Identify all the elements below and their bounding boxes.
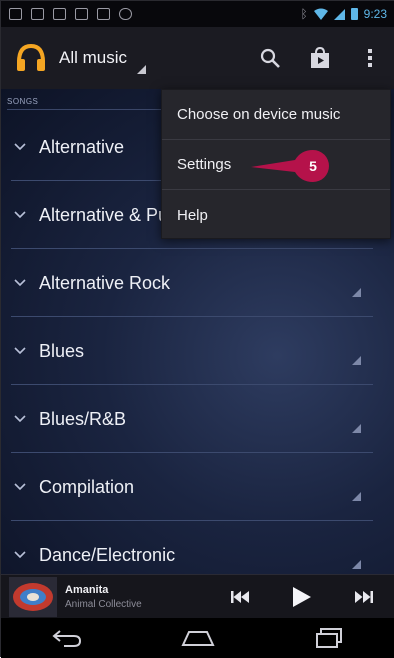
shop-button[interactable] xyxy=(295,33,345,83)
signal-icon xyxy=(333,8,345,20)
list-item[interactable]: Compilation xyxy=(1,453,373,521)
play-button[interactable] xyxy=(271,577,333,617)
section-header: SONGS xyxy=(7,97,39,106)
chevron-down-icon xyxy=(1,347,39,355)
note-icon xyxy=(53,8,66,20)
genre-label: Blues/R&B xyxy=(39,408,127,429)
wifi-icon xyxy=(313,8,328,20)
next-icon xyxy=(355,590,373,603)
menu-item-help[interactable]: Help xyxy=(162,190,390,240)
overflow-corner-icon[interactable] xyxy=(352,288,361,297)
next-button[interactable] xyxy=(333,577,394,617)
menu-item-choose-on-device-music[interactable]: Choose on device music xyxy=(162,90,390,140)
overflow-menu-button[interactable] xyxy=(345,33,394,83)
chevron-down-icon xyxy=(1,143,39,151)
overflow-corner-icon[interactable] xyxy=(352,560,361,569)
genre-label: Compilation xyxy=(39,476,135,497)
status-bar: ᛒ 9:23 xyxy=(1,1,394,27)
list-item[interactable]: Dance/Electronic xyxy=(1,521,373,574)
chevron-down-icon xyxy=(1,415,39,423)
overflow-menu-icon xyxy=(368,49,372,67)
headphones-icon[interactable] xyxy=(15,42,47,74)
action-bar: All music xyxy=(1,27,394,89)
bag-icon xyxy=(75,8,88,20)
now-playing-bar[interactable]: Amanita Animal Collective xyxy=(1,574,394,618)
chevron-down-icon xyxy=(1,483,39,491)
now-playing-title: Amanita xyxy=(65,583,109,596)
library-view-spinner[interactable]: All music xyxy=(59,48,127,68)
chevron-down-icon xyxy=(1,211,39,219)
list-item[interactable]: Blues/R&B xyxy=(1,385,373,453)
home-button[interactable] xyxy=(163,618,233,658)
list-item[interactable]: Blues xyxy=(1,317,373,385)
battery-icon xyxy=(350,8,358,20)
play-icon xyxy=(293,586,311,607)
search-button[interactable] xyxy=(245,33,295,83)
callout-number: 5 xyxy=(309,158,317,174)
mail-icon xyxy=(9,8,22,20)
chevron-down-icon xyxy=(1,551,39,559)
status-time: 9:23 xyxy=(363,7,387,21)
overflow-corner-icon[interactable] xyxy=(352,424,361,433)
recent-apps-button[interactable] xyxy=(294,618,364,658)
game-controller-icon xyxy=(119,8,132,20)
callout-marker: 5 xyxy=(251,150,329,182)
spinner-arrow-icon[interactable] xyxy=(137,64,147,74)
home-icon xyxy=(181,631,215,646)
previous-icon xyxy=(231,590,249,603)
genre-label: Dance/Electronic xyxy=(39,544,176,565)
shop-icon xyxy=(311,47,329,68)
album-art[interactable] xyxy=(9,576,57,617)
overflow-corner-icon[interactable] xyxy=(352,492,361,501)
overflow-corner-icon[interactable] xyxy=(352,356,361,365)
bag-icon xyxy=(97,8,110,20)
phone-screen: ᛒ 9:23 All music SONGS Alternative Alter… xyxy=(0,0,394,658)
genre-label: Alternative Rock xyxy=(39,272,171,293)
list-item[interactable]: Alternative Rock xyxy=(1,249,373,317)
image-icon xyxy=(31,8,44,20)
back-icon xyxy=(52,630,81,647)
recent-apps-icon xyxy=(316,628,343,648)
status-icons: ᛒ 9:23 xyxy=(300,7,387,21)
back-button[interactable] xyxy=(32,618,102,658)
chevron-down-icon xyxy=(1,279,39,287)
now-playing-artist: Animal Collective xyxy=(65,598,142,610)
search-icon xyxy=(260,48,280,68)
notification-icons xyxy=(9,8,132,20)
bluetooth-icon: ᛒ xyxy=(300,7,308,21)
genre-label: Blues xyxy=(39,340,85,361)
previous-button[interactable] xyxy=(209,577,271,617)
system-navigation-bar xyxy=(1,618,394,658)
genre-label: Alternative xyxy=(39,136,125,157)
